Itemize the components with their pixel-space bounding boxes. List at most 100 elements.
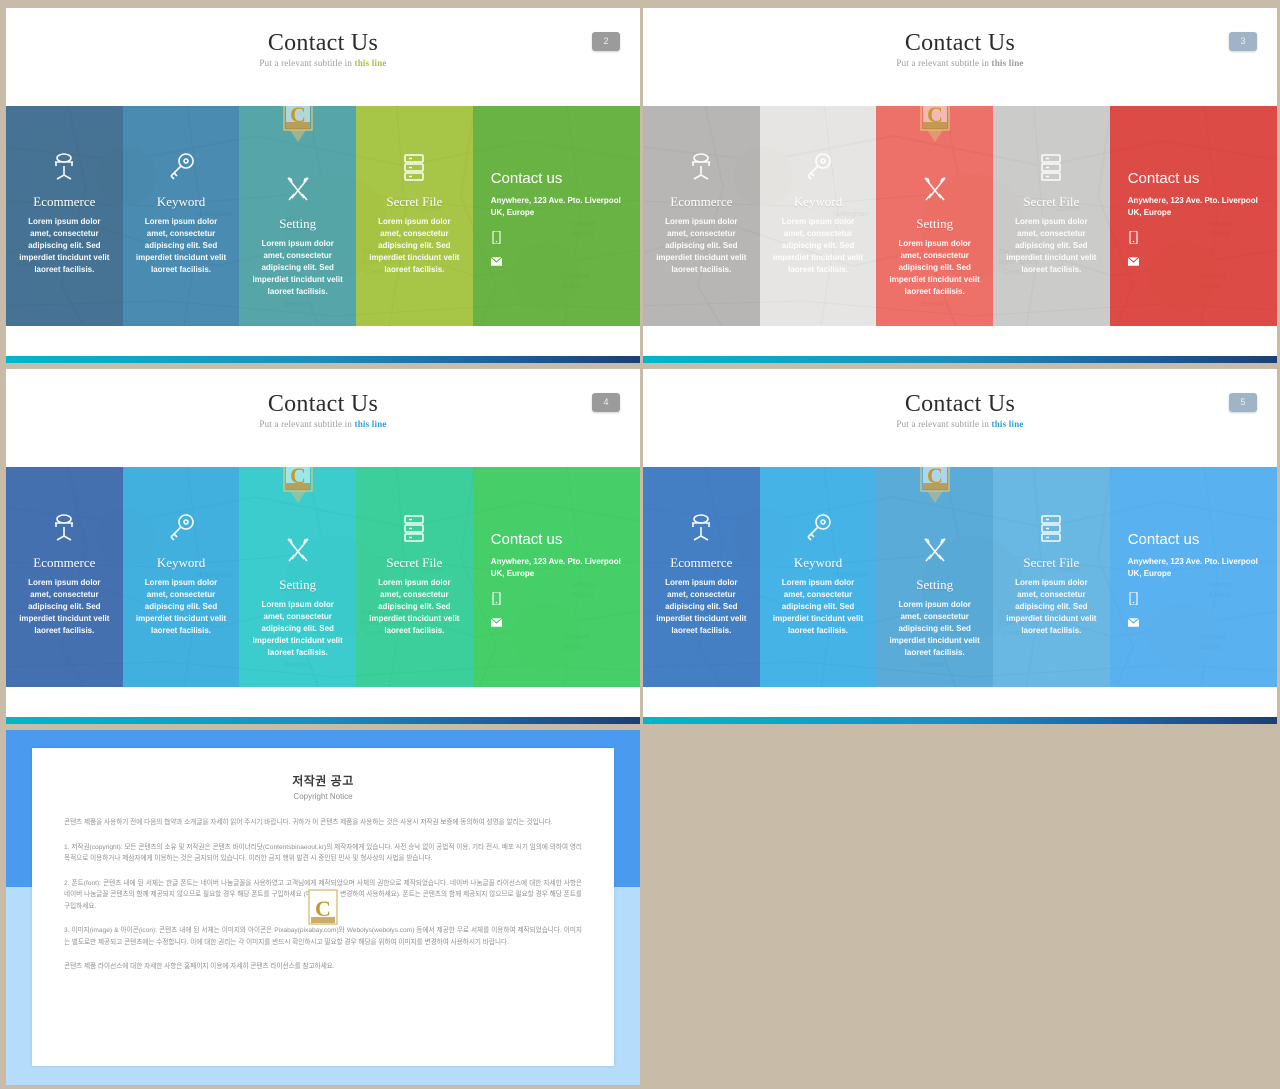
mobile-phone-icon[interactable] xyxy=(1128,231,1139,244)
contact-address: Anywhere, 123 Ave. Pto. Liverpool UK, Eu… xyxy=(1127,196,1258,217)
key-icon xyxy=(164,511,198,545)
contact-heading: Contact us xyxy=(1127,170,1200,187)
contact-column[interactable]: Contact us Anywhere, 123 Ave. Pto. Liver… xyxy=(1109,467,1277,693)
feature-body: Lorem ipsum dolor amet, consectetur adip… xyxy=(252,239,343,296)
feature-column-keyword[interactable]: Keyword Lorem ipsum dolor amet, consecte… xyxy=(759,106,877,332)
feature-body: Lorem ipsum dolor amet, consectetur adip… xyxy=(252,600,343,657)
envelope-icon[interactable] xyxy=(490,616,502,629)
server-icon xyxy=(1034,511,1068,545)
page-subtitle: Put a relevant subtitle in this line xyxy=(6,419,640,429)
feature-heading: Keyword xyxy=(156,555,206,570)
key-icon xyxy=(801,150,835,184)
server-icon xyxy=(397,150,431,184)
feature-column-secret-file[interactable]: Secret File Lorem ipsum dolor amet, cons… xyxy=(993,106,1110,332)
page-subtitle: Put a relevant subtitle in this line xyxy=(643,419,1277,429)
map-pin-logo-icon: C xyxy=(305,888,341,938)
contact-address: Anywhere, 123 Ave. Pto. Liverpool UK, Eu… xyxy=(490,196,621,217)
page-title: Contact Us xyxy=(267,391,379,417)
footer-gradient-bar xyxy=(643,717,1277,724)
feature-body: Lorem ipsum dolor amet, consectetur adip… xyxy=(1006,217,1097,274)
server-icon xyxy=(397,511,431,545)
tools-icon xyxy=(918,172,952,206)
feature-column-secret-file[interactable]: Secret File Lorem ipsum dolor amet, cons… xyxy=(356,467,473,693)
key-icon xyxy=(801,511,835,545)
contact-column[interactable]: Contact us Anywhere, 123 Ave. Pto. Liver… xyxy=(472,467,640,693)
key-icon xyxy=(164,150,198,184)
contact-address: Anywhere, 123 Ave. Pto. Liverpool UK, Eu… xyxy=(490,557,621,578)
feature-columns: Ecommerce Lorem ipsum dolor amet, consec… xyxy=(6,467,640,693)
feature-column-setting[interactable]: C Setting Lorem ipsum dolor amet, consec… xyxy=(876,106,994,332)
slide-5[interactable]: Contact Us Put a relevant subtitle in th… xyxy=(643,369,1277,724)
envelope-icon[interactable] xyxy=(1127,616,1139,629)
feature-column-keyword[interactable]: Keyword Lorem ipsum dolor amet, consecte… xyxy=(122,467,240,693)
envelope-icon[interactable] xyxy=(1127,255,1139,268)
feature-column-setting[interactable]: C Setting Lorem ipsum dolor amet, consec… xyxy=(239,106,357,332)
feature-body: Lorem ipsum dolor amet, consectetur adip… xyxy=(19,578,110,635)
slide-4[interactable]: Contact Us Put a relevant subtitle in th… xyxy=(6,369,640,724)
feature-heading: Keyword xyxy=(793,555,843,570)
feature-body: Lorem ipsum dolor amet, consectetur adip… xyxy=(135,578,227,635)
feature-heading: Setting xyxy=(916,216,954,231)
slide-6-copyright[interactable]: 저작권 공고 Copyright Notice 콘텐츠 제품을 사용하기 전에 … xyxy=(6,730,640,1085)
feature-heading: Ecommerce xyxy=(33,555,96,570)
footer-gradient-bar xyxy=(643,356,1277,363)
page-number-badge[interactable]: 3 xyxy=(1229,32,1257,51)
contact-column[interactable]: Contact us Anywhere, 123 Ave. Pto. Liver… xyxy=(472,106,640,332)
feature-column-ecommerce[interactable]: Ecommerce Lorem ipsum dolor amet, consec… xyxy=(643,467,760,693)
feature-body: Lorem ipsum dolor amet, consectetur adip… xyxy=(772,217,864,274)
mobile-phone-icon[interactable] xyxy=(1128,592,1139,605)
feature-column-ecommerce[interactable]: Ecommerce Lorem ipsum dolor amet, consec… xyxy=(6,106,123,332)
feature-heading: Ecommerce xyxy=(33,194,96,209)
envelope-icon[interactable] xyxy=(490,255,502,268)
feature-heading: Ecommerce xyxy=(670,555,733,570)
slide-header: Contact Us Put a relevant subtitle in th… xyxy=(643,369,1277,467)
feature-column-setting[interactable]: C Setting Lorem ipsum dolor amet, consec… xyxy=(876,467,994,693)
feature-band: NottinghamThe NationalWater SportsCentre… xyxy=(643,467,1277,693)
feature-heading: Secret File xyxy=(1023,194,1080,209)
feature-column-secret-file[interactable]: Secret File Lorem ipsum dolor amet, cons… xyxy=(356,106,473,332)
feature-body: Lorem ipsum dolor amet, consectetur adip… xyxy=(135,217,227,274)
subtitle-text: Put a relevant subtitle in xyxy=(896,419,992,429)
contact-heading: Contact us xyxy=(490,531,563,548)
feature-heading: Setting xyxy=(279,216,317,231)
contact-column[interactable]: Contact us Anywhere, 123 Ave. Pto. Liver… xyxy=(1109,106,1277,332)
feature-heading: Secret File xyxy=(386,194,443,209)
feature-body: Lorem ipsum dolor amet, consectetur adip… xyxy=(656,217,747,274)
page-number-badge[interactable]: 2 xyxy=(592,32,620,51)
copyright-paragraph: 1. 저작권(copyright): 모든 콘텐츠의 소유 및 저작권은 콘텐츠… xyxy=(64,843,582,863)
subtitle-highlight: this line xyxy=(991,58,1024,68)
slide-2[interactable]: Contact Us Put a relevant subtitle in th… xyxy=(6,8,640,363)
office-chair-icon xyxy=(684,150,718,184)
feature-band: NottinghamThe NationalWater SportsCentre… xyxy=(6,467,640,693)
feature-body: Lorem ipsum dolor amet, consectetur adip… xyxy=(772,578,864,635)
mobile-phone-icon[interactable] xyxy=(491,592,502,605)
slide-header: Contact Us Put a relevant subtitle in th… xyxy=(6,369,640,467)
feature-column-secret-file[interactable]: Secret File Lorem ipsum dolor amet, cons… xyxy=(993,467,1110,693)
feature-body: Lorem ipsum dolor amet, consectetur adip… xyxy=(889,600,980,657)
copyright-subtitle: Copyright Notice xyxy=(293,792,353,801)
office-chair-icon xyxy=(47,150,81,184)
feature-column-ecommerce[interactable]: Ecommerce Lorem ipsum dolor amet, consec… xyxy=(643,106,760,332)
feature-body: Lorem ipsum dolor amet, consectetur adip… xyxy=(369,217,460,274)
page-title: Contact Us xyxy=(904,30,1016,56)
feature-body: Lorem ipsum dolor amet, consectetur adip… xyxy=(19,217,110,274)
feature-heading: Secret File xyxy=(386,555,443,570)
subtitle-highlight: this line xyxy=(354,419,387,429)
feature-column-setting[interactable]: C Setting Lorem ipsum dolor amet, consec… xyxy=(239,467,357,693)
slide-3[interactable]: Contact Us Put a relevant subtitle in th… xyxy=(643,8,1277,363)
tools-icon xyxy=(281,172,315,206)
feature-column-ecommerce[interactable]: Ecommerce Lorem ipsum dolor amet, consec… xyxy=(6,467,123,693)
feature-body: Lorem ipsum dolor amet, consectetur adip… xyxy=(369,578,460,635)
feature-column-keyword[interactable]: Keyword Lorem ipsum dolor amet, consecte… xyxy=(759,467,877,693)
page-number-badge[interactable]: 4 xyxy=(592,393,620,412)
contact-heading: Contact us xyxy=(1127,531,1200,548)
page-number-badge[interactable]: 5 xyxy=(1229,393,1257,412)
office-chair-icon xyxy=(684,511,718,545)
feature-body: Lorem ipsum dolor amet, consectetur adip… xyxy=(889,239,980,296)
subtitle-text: Put a relevant subtitle in xyxy=(259,58,355,68)
feature-heading: Ecommerce xyxy=(670,194,733,209)
feature-column-keyword[interactable]: Keyword Lorem ipsum dolor amet, consecte… xyxy=(122,106,240,332)
tools-icon xyxy=(281,533,315,567)
mobile-phone-icon[interactable] xyxy=(491,231,502,244)
page-subtitle: Put a relevant subtitle in this line xyxy=(6,58,640,68)
